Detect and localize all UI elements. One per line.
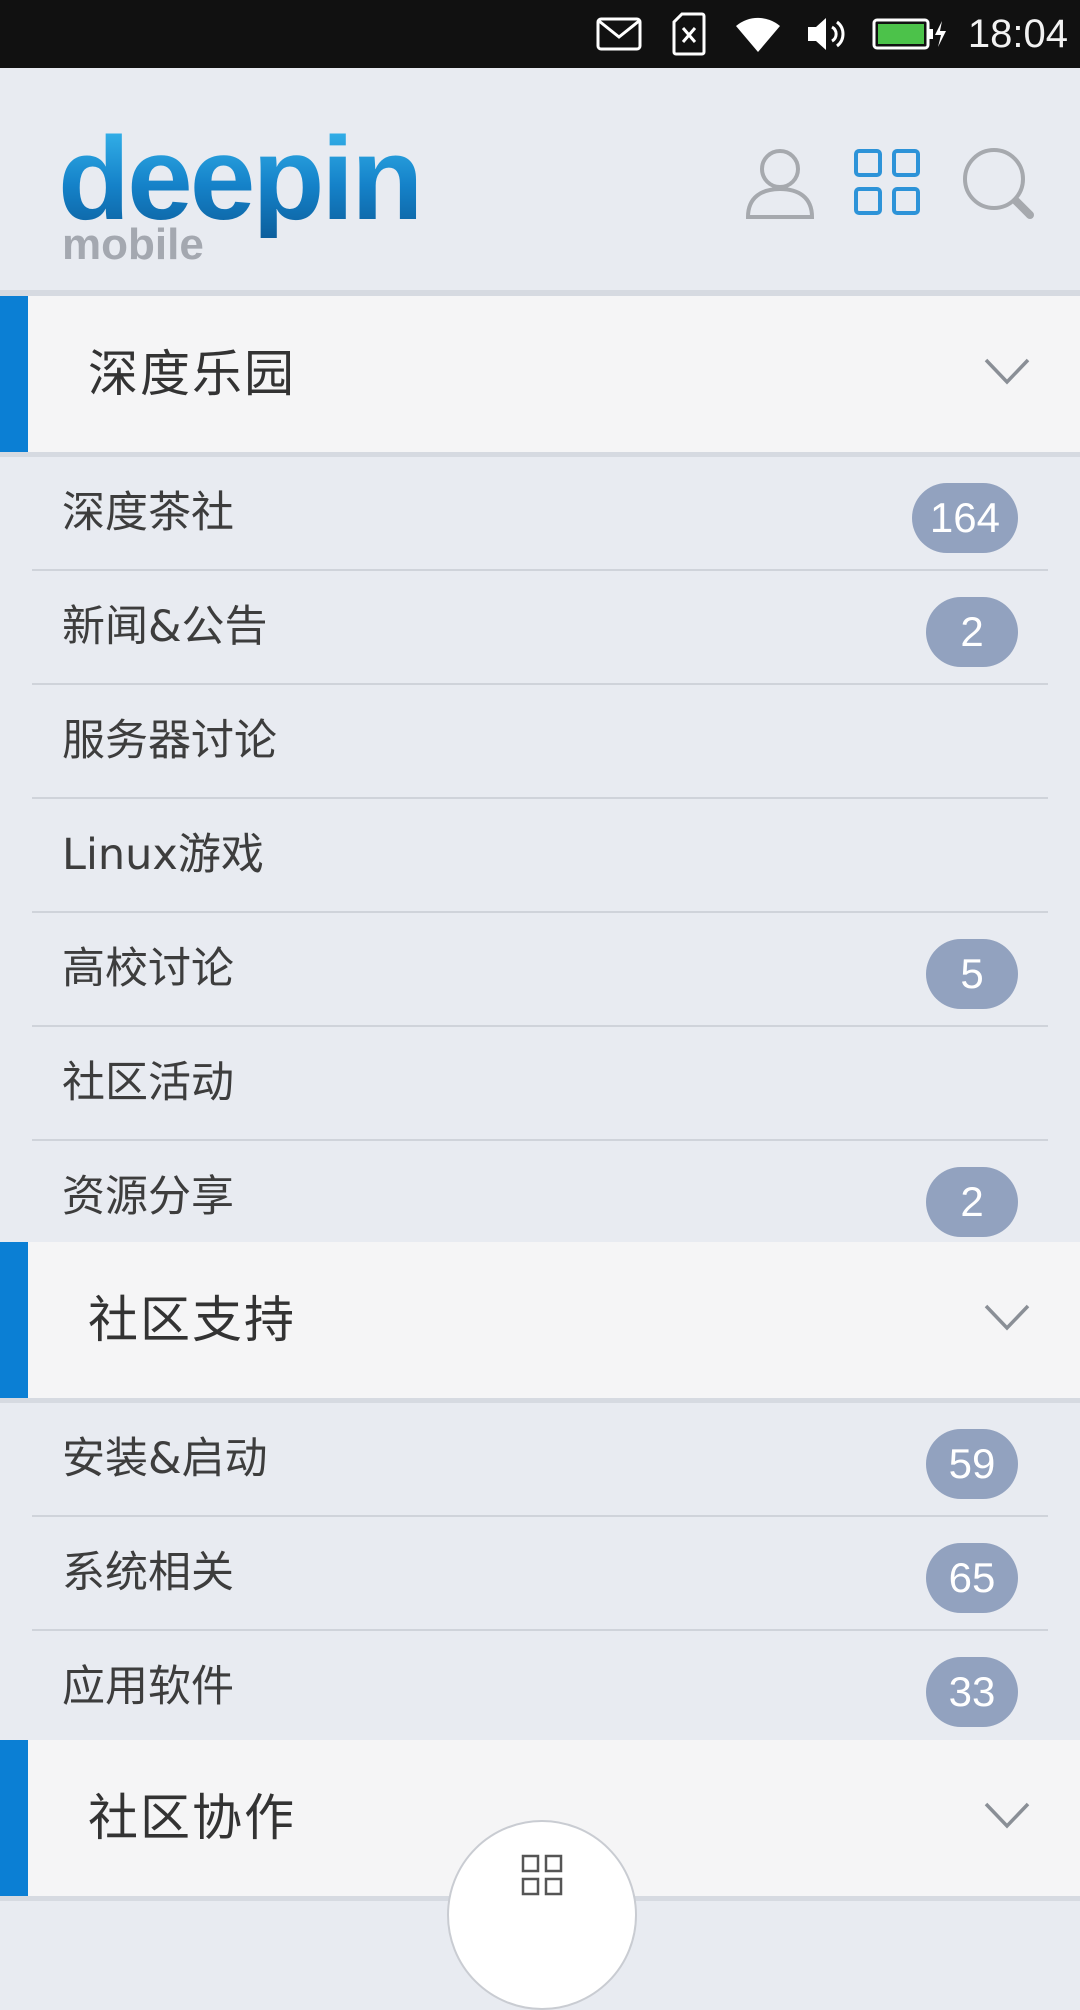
forum-item[interactable]: 应用软件 33: [32, 1631, 1048, 1743]
search-icon: [958, 148, 1038, 227]
forum-label: 深度茶社: [62, 488, 234, 538]
forum-label: 新闻&公告: [62, 602, 268, 652]
count-badge: 2: [926, 1167, 1018, 1237]
grid-menu-icon: [521, 1854, 563, 1900]
section-title: 深度乐园: [88, 345, 296, 403]
forum-label: 安装&启动: [62, 1434, 268, 1484]
search-button[interactable]: [958, 143, 1038, 223]
deepin-logo[interactable]: deepin mobile: [58, 120, 428, 270]
grid-menu-icon: [848, 149, 928, 227]
section-title: 社区协作: [88, 1789, 296, 1847]
volume-icon: [806, 0, 848, 68]
count-badge: 164: [911, 483, 1018, 553]
forum-label: 高校讨论: [62, 944, 234, 994]
forum-item[interactable]: 高校讨论 5: [32, 913, 1048, 1027]
status-bar: 18:04: [0, 0, 1080, 68]
forum-label: 应用软件: [62, 1662, 234, 1712]
clock: 18:04: [967, 12, 1068, 56]
count-badge: 59: [926, 1429, 1018, 1499]
forum-item[interactable]: 新闻&公告 2: [32, 571, 1048, 685]
forum-label: 服务器讨论: [62, 716, 277, 766]
battery-charging-icon: [872, 0, 948, 68]
count-badge: 65: [926, 1543, 1018, 1613]
section-title: 社区支持: [88, 1291, 296, 1349]
section-list-1: 深度茶社 164 新闻&公告 2 服务器讨论 Linux游戏 高校讨论 5 社区…: [0, 457, 1080, 1240]
forum-item[interactable]: 社区活动: [32, 1027, 1048, 1141]
section-accent-bar: [0, 296, 28, 452]
forum-label: 社区活动: [62, 1058, 234, 1108]
sim-card-icon: [672, 0, 706, 68]
section-accent-bar: [0, 1740, 28, 1896]
section-header-1[interactable]: 深度乐园: [0, 296, 1080, 457]
floating-menu-button[interactable]: [447, 1820, 637, 2010]
forum-label: 系统相关: [62, 1548, 234, 1598]
section-accent-bar: [0, 1242, 28, 1398]
chevron-down-icon[interactable]: [982, 1292, 1032, 1342]
count-badge: 33: [926, 1657, 1018, 1727]
grid-menu-button[interactable]: [848, 143, 928, 223]
mail-icon: [596, 0, 642, 68]
app-header: deepin mobile: [0, 68, 1080, 296]
forum-label: 资源分享: [62, 1172, 234, 1222]
user-button[interactable]: [740, 143, 820, 223]
section-header-2[interactable]: 社区支持: [0, 1242, 1080, 1403]
forum-item[interactable]: Linux游戏: [32, 799, 1048, 913]
forum-item[interactable]: 安装&启动 59: [32, 1403, 1048, 1517]
logo-subtitle: mobile: [62, 220, 204, 269]
chevron-down-icon[interactable]: [982, 1790, 1032, 1840]
count-badge: 5: [926, 939, 1018, 1009]
forum-item[interactable]: 服务器讨论: [32, 685, 1048, 799]
forum-item[interactable]: 深度茶社 164: [32, 457, 1048, 571]
wifi-icon: [734, 0, 782, 68]
forum-item[interactable]: 资源分享 2: [32, 1141, 1048, 1253]
section-list-2: 安装&启动 59 系统相关 65 应用软件 33: [0, 1403, 1080, 1739]
user-icon: [740, 149, 820, 227]
forum-label: Linux游戏: [62, 830, 264, 880]
chevron-down-icon[interactable]: [982, 346, 1032, 396]
count-badge: 2: [926, 597, 1018, 667]
forum-item[interactable]: 系统相关 65: [32, 1517, 1048, 1631]
